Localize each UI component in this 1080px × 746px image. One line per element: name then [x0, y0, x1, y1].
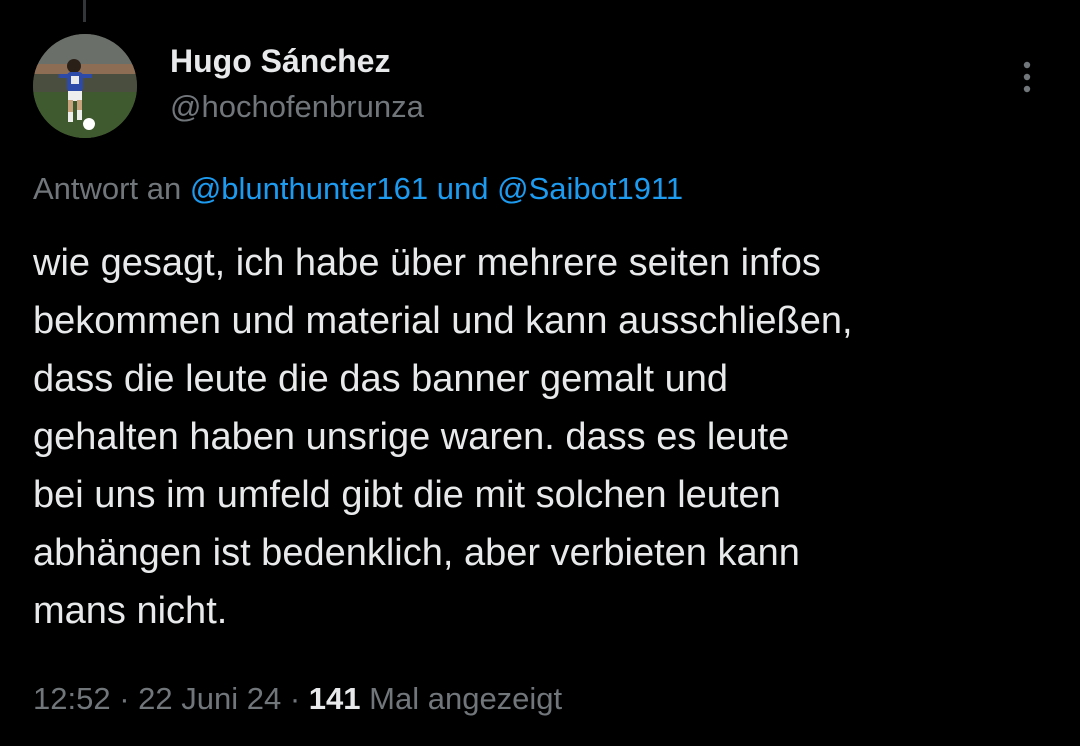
more-vertical-icon[interactable]: [1012, 56, 1042, 100]
reply-conjunction[interactable]: und: [437, 171, 489, 206]
reply-context: Antwort an @blunthunter161 und @Saibot19…: [33, 170, 683, 208]
tweet-metadata: 12:52 · 22 Juni 24 · 141 Mal angezeigt: [33, 680, 562, 718]
tweet-date[interactable]: 22 Juni 24: [138, 681, 281, 716]
footballer-avatar-icon: [33, 34, 137, 138]
meta-separator: ·: [289, 681, 301, 716]
mention-link[interactable]: @blunthunter161: [190, 171, 428, 206]
thread-connector-line: [83, 0, 86, 22]
view-count[interactable]: 141: [309, 681, 361, 716]
author-display-name[interactable]: Hugo Sánchez: [170, 42, 390, 80]
author-handle[interactable]: @hochofenbrunza: [170, 88, 424, 126]
tweet-time[interactable]: 12:52: [33, 681, 111, 716]
author-avatar[interactable]: [33, 34, 137, 138]
meta-separator: ·: [119, 681, 130, 716]
reply-prefix: Antwort an: [33, 171, 182, 206]
tweet-body-text: wie gesagt, ich habe über mehrere seiten…: [33, 242, 853, 632]
mention-link[interactable]: @Saibot1911: [497, 171, 683, 206]
view-label: Mal angezeigt: [369, 681, 563, 716]
